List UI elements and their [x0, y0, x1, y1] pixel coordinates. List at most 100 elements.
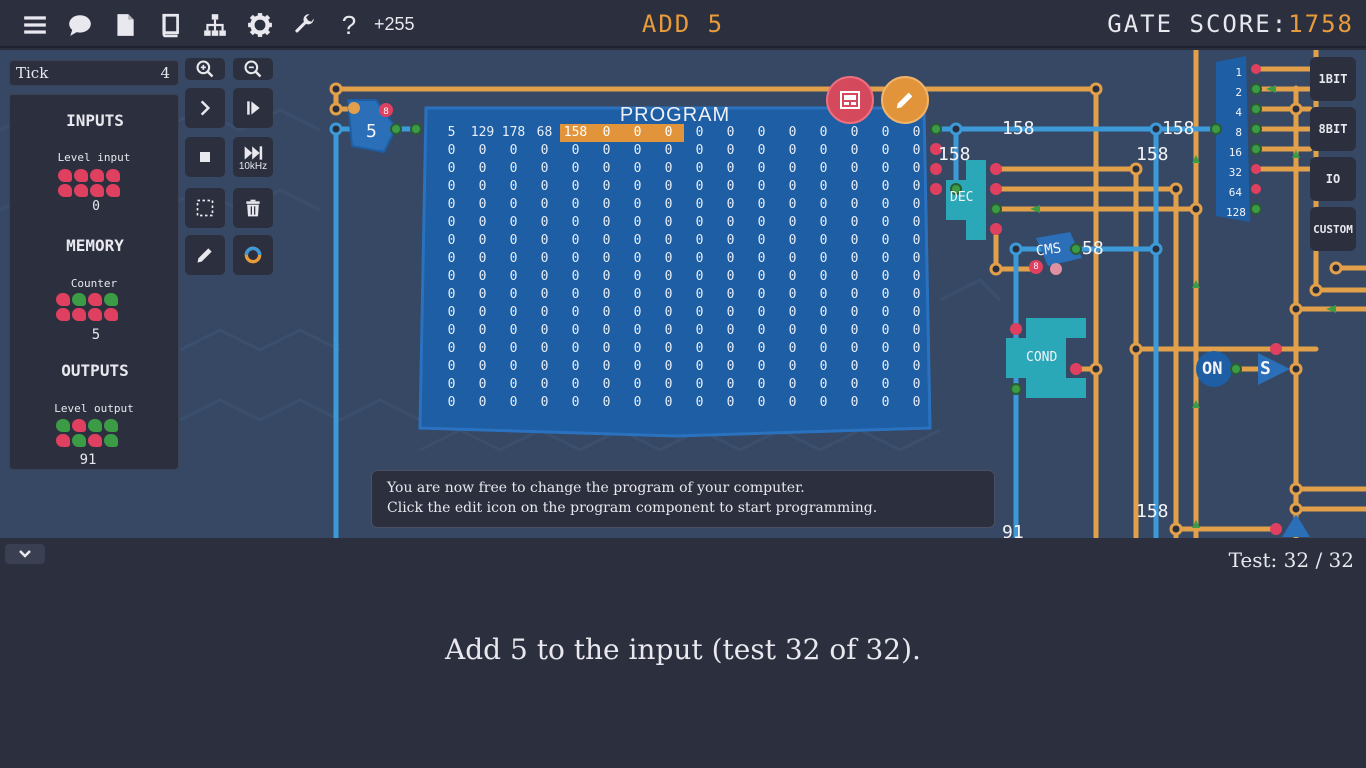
- cond-component[interactable]: COND: [1026, 350, 1057, 365]
- program-cell[interactable]: 0: [653, 340, 684, 358]
- program-cell[interactable]: 0: [529, 286, 560, 304]
- program-cell[interactable]: 0: [715, 124, 746, 142]
- program-cell[interactable]: 0: [436, 376, 467, 394]
- program-cell[interactable]: 0: [467, 358, 498, 376]
- program-cell[interactable]: 0: [777, 286, 808, 304]
- program-cell[interactable]: 0: [591, 124, 622, 142]
- palette-custom[interactable]: CUSTOM: [1310, 207, 1356, 251]
- hierarchy-icon[interactable]: [200, 10, 230, 40]
- program-cell[interactable]: 0: [684, 124, 715, 142]
- program-cell[interactable]: 0: [684, 358, 715, 376]
- program-cell[interactable]: 0: [777, 142, 808, 160]
- program-cell[interactable]: 0: [591, 322, 622, 340]
- program-cell[interactable]: 0: [560, 322, 591, 340]
- play-button[interactable]: [233, 88, 273, 128]
- program-cell[interactable]: 0: [777, 178, 808, 196]
- program-cell[interactable]: 0: [622, 232, 653, 250]
- program-cell[interactable]: 0: [498, 358, 529, 376]
- program-cell[interactable]: 158: [560, 124, 591, 142]
- palette-8bit[interactable]: 8BIT: [1310, 107, 1356, 151]
- program-cell[interactable]: 0: [622, 268, 653, 286]
- program-cell[interactable]: 0: [839, 124, 870, 142]
- program-cell[interactable]: 0: [777, 124, 808, 142]
- program-cell[interactable]: 0: [467, 178, 498, 196]
- program-cell[interactable]: 0: [684, 214, 715, 232]
- program-cell[interactable]: 0: [746, 268, 777, 286]
- program-cell[interactable]: 0: [529, 376, 560, 394]
- program-cell[interactable]: 0: [746, 358, 777, 376]
- program-cell[interactable]: 0: [467, 196, 498, 214]
- program-cell[interactable]: 0: [498, 376, 529, 394]
- program-cell[interactable]: 0: [839, 178, 870, 196]
- program-cell[interactable]: 0: [715, 160, 746, 178]
- program-cell[interactable]: 0: [777, 322, 808, 340]
- zoom-in-button[interactable]: [185, 58, 225, 80]
- program-cell[interactable]: 0: [746, 376, 777, 394]
- program-cell[interactable]: 0: [839, 196, 870, 214]
- delete-button[interactable]: [233, 188, 273, 228]
- program-cell[interactable]: 0: [870, 376, 901, 394]
- program-cell[interactable]: 0: [746, 304, 777, 322]
- program-cell[interactable]: 0: [529, 322, 560, 340]
- program-cell[interactable]: 0: [715, 178, 746, 196]
- program-cell[interactable]: 0: [746, 394, 777, 412]
- program-cell[interactable]: 0: [870, 142, 901, 160]
- program-cell[interactable]: 0: [715, 358, 746, 376]
- program-cell[interactable]: 0: [560, 250, 591, 268]
- program-cell[interactable]: 0: [746, 214, 777, 232]
- program-cell[interactable]: 0: [684, 250, 715, 268]
- program-cell[interactable]: 0: [870, 286, 901, 304]
- program-cell[interactable]: 0: [622, 178, 653, 196]
- program-cell[interactable]: 0: [498, 214, 529, 232]
- program-cell[interactable]: 0: [653, 142, 684, 160]
- program-cell[interactable]: 0: [777, 232, 808, 250]
- program-cell[interactable]: 0: [839, 142, 870, 160]
- program-cell[interactable]: 0: [839, 322, 870, 340]
- program-cell[interactable]: 0: [591, 376, 622, 394]
- program-cell[interactable]: 0: [560, 304, 591, 322]
- program-cell[interactable]: 0: [436, 250, 467, 268]
- program-cell[interactable]: 0: [653, 376, 684, 394]
- program-cell[interactable]: 0: [746, 232, 777, 250]
- program-cell[interactable]: 0: [498, 250, 529, 268]
- program-cell[interactable]: 0: [622, 250, 653, 268]
- program-cell[interactable]: 0: [622, 142, 653, 160]
- program-cell[interactable]: 0: [746, 160, 777, 178]
- program-cell[interactable]: 0: [529, 196, 560, 214]
- program-cell[interactable]: 0: [901, 124, 932, 142]
- program-cell[interactable]: 0: [715, 304, 746, 322]
- program-cell[interactable]: 0: [560, 178, 591, 196]
- program-cell[interactable]: 0: [901, 178, 932, 196]
- program-cell[interactable]: 0: [653, 178, 684, 196]
- program-cell[interactable]: 0: [467, 214, 498, 232]
- program-cell[interactable]: 0: [498, 178, 529, 196]
- program-cell[interactable]: 0: [870, 196, 901, 214]
- program-cell[interactable]: 0: [777, 214, 808, 232]
- step-button[interactable]: [185, 88, 225, 128]
- program-cell[interactable]: 0: [436, 160, 467, 178]
- program-cell[interactable]: 0: [901, 268, 932, 286]
- program-cell[interactable]: 0: [591, 232, 622, 250]
- program-cell[interactable]: 0: [808, 394, 839, 412]
- program-cell[interactable]: 0: [684, 196, 715, 214]
- program-cell[interactable]: 0: [746, 322, 777, 340]
- program-cell[interactable]: 0: [870, 358, 901, 376]
- fast-forward-button[interactable]: 10kHz: [233, 137, 273, 177]
- program-cell[interactable]: 0: [839, 304, 870, 322]
- program-cell[interactable]: 0: [560, 286, 591, 304]
- program-cell[interactable]: 0: [684, 142, 715, 160]
- program-cell[interactable]: 0: [808, 286, 839, 304]
- program-cell[interactable]: 0: [870, 268, 901, 286]
- program-cell[interactable]: 0: [653, 304, 684, 322]
- program-cell[interactable]: 0: [653, 322, 684, 340]
- program-cell[interactable]: 0: [498, 286, 529, 304]
- program-cell[interactable]: 0: [808, 232, 839, 250]
- program-cell[interactable]: 0: [901, 376, 932, 394]
- program-cell[interactable]: 0: [715, 268, 746, 286]
- program-cell[interactable]: 0: [870, 340, 901, 358]
- program-cell[interactable]: 0: [622, 304, 653, 322]
- program-cell[interactable]: 0: [560, 358, 591, 376]
- program-cell[interactable]: 0: [746, 340, 777, 358]
- program-cell[interactable]: 0: [467, 304, 498, 322]
- program-cell[interactable]: 0: [591, 268, 622, 286]
